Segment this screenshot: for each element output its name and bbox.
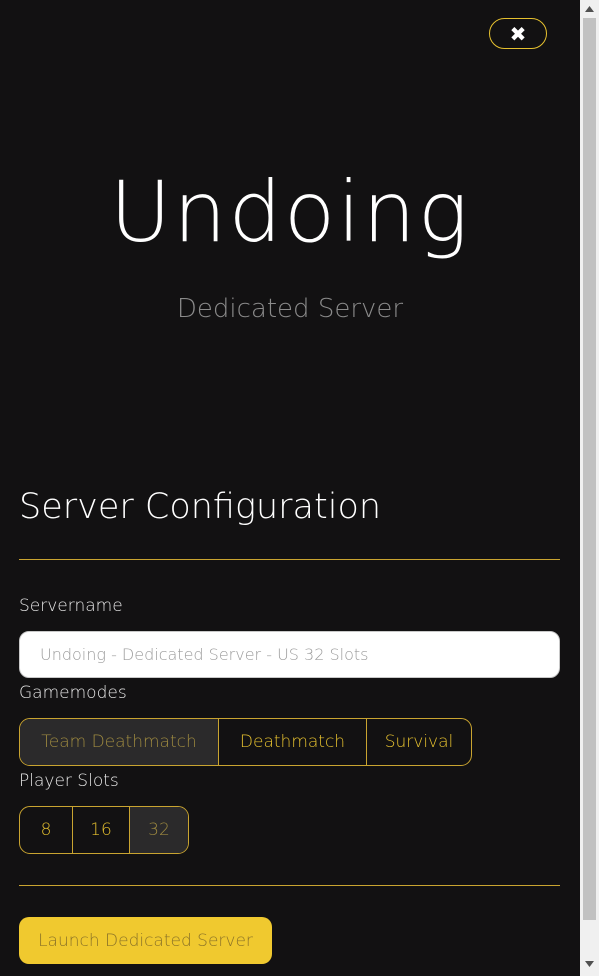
servername-input[interactable] <box>19 631 560 678</box>
gamemode-survival-button[interactable]: Survival <box>366 719 471 765</box>
section-title: Server Configuration <box>19 487 382 527</box>
gamemode-team-deathmatch-button[interactable]: Team Deathmatch <box>20 719 218 765</box>
slots-8-button[interactable]: 8 <box>20 807 72 853</box>
page-title: Undoing <box>109 163 471 261</box>
gamemode-deathmatch-button[interactable]: Deathmatch <box>218 719 366 765</box>
gamemode-selector: Team Deathmatch Deathmatch Survival <box>19 718 472 766</box>
slots-16-button[interactable]: 16 <box>72 807 129 853</box>
scrollbar[interactable] <box>580 0 599 976</box>
close-icon: ✖ <box>509 21 527 46</box>
gamemodes-label: Gamemodes <box>19 683 127 703</box>
player-slots-label: Player Slots <box>19 771 119 791</box>
scrollbar-thumb[interactable] <box>583 18 596 920</box>
divider <box>19 559 560 560</box>
scroll-up-arrow-icon[interactable] <box>580 0 599 17</box>
divider <box>19 885 560 886</box>
servername-label: Servername <box>19 596 123 616</box>
page-subtitle: Dedicated Server <box>176 294 404 324</box>
launch-server-button[interactable]: Launch Dedicated Server <box>19 917 272 964</box>
page: ✖ Undoing Dedicated Server Server Config… <box>0 0 580 976</box>
player-slots-selector: 8 16 32 <box>19 806 189 854</box>
close-button[interactable]: ✖ <box>489 18 547 49</box>
scroll-down-arrow-icon[interactable] <box>580 955 599 972</box>
slots-32-button[interactable]: 32 <box>129 807 188 853</box>
